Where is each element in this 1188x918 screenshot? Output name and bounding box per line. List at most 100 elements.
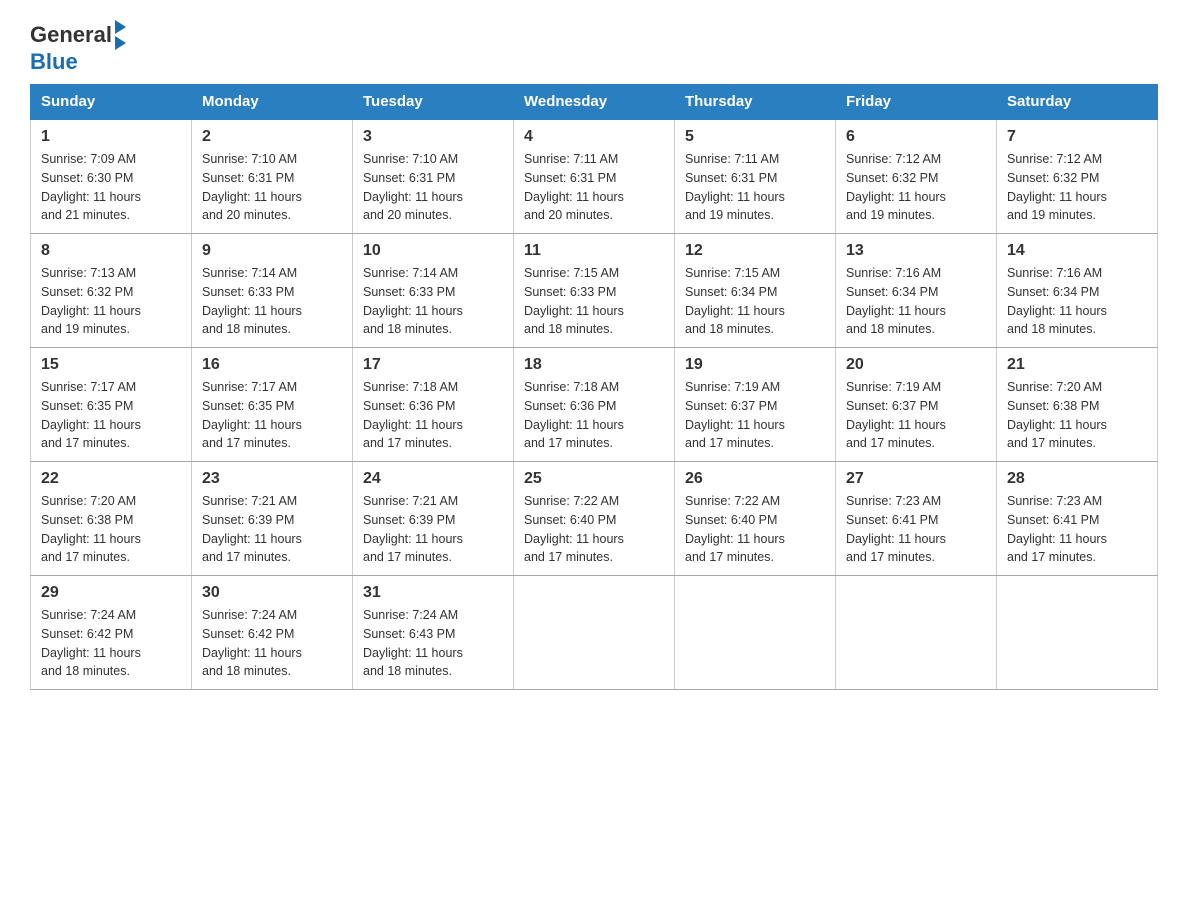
day-info: Sunrise: 7:09 AMSunset: 6:30 PMDaylight:… bbox=[41, 150, 181, 225]
day-number: 27 bbox=[846, 470, 986, 488]
calendar-cell bbox=[675, 576, 836, 690]
day-number: 20 bbox=[846, 356, 986, 374]
calendar-cell: 17 Sunrise: 7:18 AMSunset: 6:36 PMDaylig… bbox=[353, 348, 514, 462]
calendar-cell: 16 Sunrise: 7:17 AMSunset: 6:35 PMDaylig… bbox=[192, 348, 353, 462]
calendar-cell: 18 Sunrise: 7:18 AMSunset: 6:36 PMDaylig… bbox=[514, 348, 675, 462]
logo-general-text: General bbox=[30, 23, 112, 47]
day-number: 31 bbox=[363, 584, 503, 602]
logo: General Blue bbox=[30, 20, 126, 74]
calendar-week-1: 1 Sunrise: 7:09 AMSunset: 6:30 PMDayligh… bbox=[31, 119, 1158, 234]
day-number: 8 bbox=[41, 242, 181, 260]
day-info: Sunrise: 7:14 AMSunset: 6:33 PMDaylight:… bbox=[363, 264, 503, 339]
day-number: 30 bbox=[202, 584, 342, 602]
column-header-saturday: Saturday bbox=[997, 85, 1158, 120]
column-header-sunday: Sunday bbox=[31, 85, 192, 120]
calendar-cell: 31 Sunrise: 7:24 AMSunset: 6:43 PMDaylig… bbox=[353, 576, 514, 690]
day-number: 23 bbox=[202, 470, 342, 488]
day-number: 3 bbox=[363, 128, 503, 146]
day-number: 13 bbox=[846, 242, 986, 260]
calendar-cell: 2 Sunrise: 7:10 AMSunset: 6:31 PMDayligh… bbox=[192, 119, 353, 234]
day-number: 6 bbox=[846, 128, 986, 146]
calendar-cell: 14 Sunrise: 7:16 AMSunset: 6:34 PMDaylig… bbox=[997, 234, 1158, 348]
column-header-tuesday: Tuesday bbox=[353, 85, 514, 120]
calendar-cell: 8 Sunrise: 7:13 AMSunset: 6:32 PMDayligh… bbox=[31, 234, 192, 348]
day-number: 1 bbox=[41, 128, 181, 146]
day-number: 9 bbox=[202, 242, 342, 260]
day-info: Sunrise: 7:10 AMSunset: 6:31 PMDaylight:… bbox=[363, 150, 503, 225]
calendar-cell: 7 Sunrise: 7:12 AMSunset: 6:32 PMDayligh… bbox=[997, 119, 1158, 234]
day-info: Sunrise: 7:24 AMSunset: 6:42 PMDaylight:… bbox=[202, 606, 342, 681]
day-info: Sunrise: 7:16 AMSunset: 6:34 PMDaylight:… bbox=[846, 264, 986, 339]
day-info: Sunrise: 7:23 AMSunset: 6:41 PMDaylight:… bbox=[846, 492, 986, 567]
day-info: Sunrise: 7:23 AMSunset: 6:41 PMDaylight:… bbox=[1007, 492, 1147, 567]
page-header: General Blue bbox=[30, 20, 1158, 74]
calendar-cell: 3 Sunrise: 7:10 AMSunset: 6:31 PMDayligh… bbox=[353, 119, 514, 234]
calendar-cell: 27 Sunrise: 7:23 AMSunset: 6:41 PMDaylig… bbox=[836, 462, 997, 576]
day-info: Sunrise: 7:17 AMSunset: 6:35 PMDaylight:… bbox=[202, 378, 342, 453]
day-info: Sunrise: 7:11 AMSunset: 6:31 PMDaylight:… bbox=[685, 150, 825, 225]
day-number: 21 bbox=[1007, 356, 1147, 374]
day-number: 11 bbox=[524, 242, 664, 260]
day-info: Sunrise: 7:18 AMSunset: 6:36 PMDaylight:… bbox=[524, 378, 664, 453]
calendar-cell bbox=[997, 576, 1158, 690]
calendar-week-4: 22 Sunrise: 7:20 AMSunset: 6:38 PMDaylig… bbox=[31, 462, 1158, 576]
day-info: Sunrise: 7:20 AMSunset: 6:38 PMDaylight:… bbox=[41, 492, 181, 567]
calendar-cell: 12 Sunrise: 7:15 AMSunset: 6:34 PMDaylig… bbox=[675, 234, 836, 348]
day-number: 24 bbox=[363, 470, 503, 488]
day-info: Sunrise: 7:15 AMSunset: 6:34 PMDaylight:… bbox=[685, 264, 825, 339]
calendar-week-5: 29 Sunrise: 7:24 AMSunset: 6:42 PMDaylig… bbox=[31, 576, 1158, 690]
calendar-cell: 13 Sunrise: 7:16 AMSunset: 6:34 PMDaylig… bbox=[836, 234, 997, 348]
day-info: Sunrise: 7:16 AMSunset: 6:34 PMDaylight:… bbox=[1007, 264, 1147, 339]
day-info: Sunrise: 7:21 AMSunset: 6:39 PMDaylight:… bbox=[363, 492, 503, 567]
column-header-friday: Friday bbox=[836, 85, 997, 120]
calendar-cell: 15 Sunrise: 7:17 AMSunset: 6:35 PMDaylig… bbox=[31, 348, 192, 462]
calendar-cell: 19 Sunrise: 7:19 AMSunset: 6:37 PMDaylig… bbox=[675, 348, 836, 462]
calendar-table: SundayMondayTuesdayWednesdayThursdayFrid… bbox=[30, 84, 1158, 690]
day-info: Sunrise: 7:22 AMSunset: 6:40 PMDaylight:… bbox=[685, 492, 825, 567]
calendar-cell: 24 Sunrise: 7:21 AMSunset: 6:39 PMDaylig… bbox=[353, 462, 514, 576]
day-info: Sunrise: 7:24 AMSunset: 6:42 PMDaylight:… bbox=[41, 606, 181, 681]
day-number: 5 bbox=[685, 128, 825, 146]
calendar-cell: 5 Sunrise: 7:11 AMSunset: 6:31 PMDayligh… bbox=[675, 119, 836, 234]
day-info: Sunrise: 7:19 AMSunset: 6:37 PMDaylight:… bbox=[685, 378, 825, 453]
calendar-cell: 6 Sunrise: 7:12 AMSunset: 6:32 PMDayligh… bbox=[836, 119, 997, 234]
day-info: Sunrise: 7:10 AMSunset: 6:31 PMDaylight:… bbox=[202, 150, 342, 225]
day-number: 25 bbox=[524, 470, 664, 488]
day-info: Sunrise: 7:12 AMSunset: 6:32 PMDaylight:… bbox=[1007, 150, 1147, 225]
calendar-cell bbox=[514, 576, 675, 690]
calendar-cell: 1 Sunrise: 7:09 AMSunset: 6:30 PMDayligh… bbox=[31, 119, 192, 234]
calendar-cell bbox=[836, 576, 997, 690]
calendar-cell: 26 Sunrise: 7:22 AMSunset: 6:40 PMDaylig… bbox=[675, 462, 836, 576]
day-info: Sunrise: 7:12 AMSunset: 6:32 PMDaylight:… bbox=[846, 150, 986, 225]
calendar-cell: 9 Sunrise: 7:14 AMSunset: 6:33 PMDayligh… bbox=[192, 234, 353, 348]
column-header-thursday: Thursday bbox=[675, 85, 836, 120]
calendar-cell: 10 Sunrise: 7:14 AMSunset: 6:33 PMDaylig… bbox=[353, 234, 514, 348]
day-number: 15 bbox=[41, 356, 181, 374]
calendar-cell: 11 Sunrise: 7:15 AMSunset: 6:33 PMDaylig… bbox=[514, 234, 675, 348]
day-info: Sunrise: 7:17 AMSunset: 6:35 PMDaylight:… bbox=[41, 378, 181, 453]
day-info: Sunrise: 7:11 AMSunset: 6:31 PMDaylight:… bbox=[524, 150, 664, 225]
calendar-cell: 28 Sunrise: 7:23 AMSunset: 6:41 PMDaylig… bbox=[997, 462, 1158, 576]
day-info: Sunrise: 7:20 AMSunset: 6:38 PMDaylight:… bbox=[1007, 378, 1147, 453]
calendar-cell: 30 Sunrise: 7:24 AMSunset: 6:42 PMDaylig… bbox=[192, 576, 353, 690]
column-header-wednesday: Wednesday bbox=[514, 85, 675, 120]
calendar-cell: 23 Sunrise: 7:21 AMSunset: 6:39 PMDaylig… bbox=[192, 462, 353, 576]
calendar-header-row: SundayMondayTuesdayWednesdayThursdayFrid… bbox=[31, 85, 1158, 120]
day-info: Sunrise: 7:22 AMSunset: 6:40 PMDaylight:… bbox=[524, 492, 664, 567]
column-header-monday: Monday bbox=[192, 85, 353, 120]
day-number: 7 bbox=[1007, 128, 1147, 146]
calendar-cell: 4 Sunrise: 7:11 AMSunset: 6:31 PMDayligh… bbox=[514, 119, 675, 234]
day-number: 12 bbox=[685, 242, 825, 260]
day-info: Sunrise: 7:13 AMSunset: 6:32 PMDaylight:… bbox=[41, 264, 181, 339]
day-number: 10 bbox=[363, 242, 503, 260]
day-info: Sunrise: 7:14 AMSunset: 6:33 PMDaylight:… bbox=[202, 264, 342, 339]
day-number: 19 bbox=[685, 356, 825, 374]
calendar-cell: 25 Sunrise: 7:22 AMSunset: 6:40 PMDaylig… bbox=[514, 462, 675, 576]
day-number: 4 bbox=[524, 128, 664, 146]
calendar-cell: 20 Sunrise: 7:19 AMSunset: 6:37 PMDaylig… bbox=[836, 348, 997, 462]
day-number: 17 bbox=[363, 356, 503, 374]
day-number: 29 bbox=[41, 584, 181, 602]
day-number: 28 bbox=[1007, 470, 1147, 488]
day-info: Sunrise: 7:24 AMSunset: 6:43 PMDaylight:… bbox=[363, 606, 503, 681]
calendar-cell: 22 Sunrise: 7:20 AMSunset: 6:38 PMDaylig… bbox=[31, 462, 192, 576]
